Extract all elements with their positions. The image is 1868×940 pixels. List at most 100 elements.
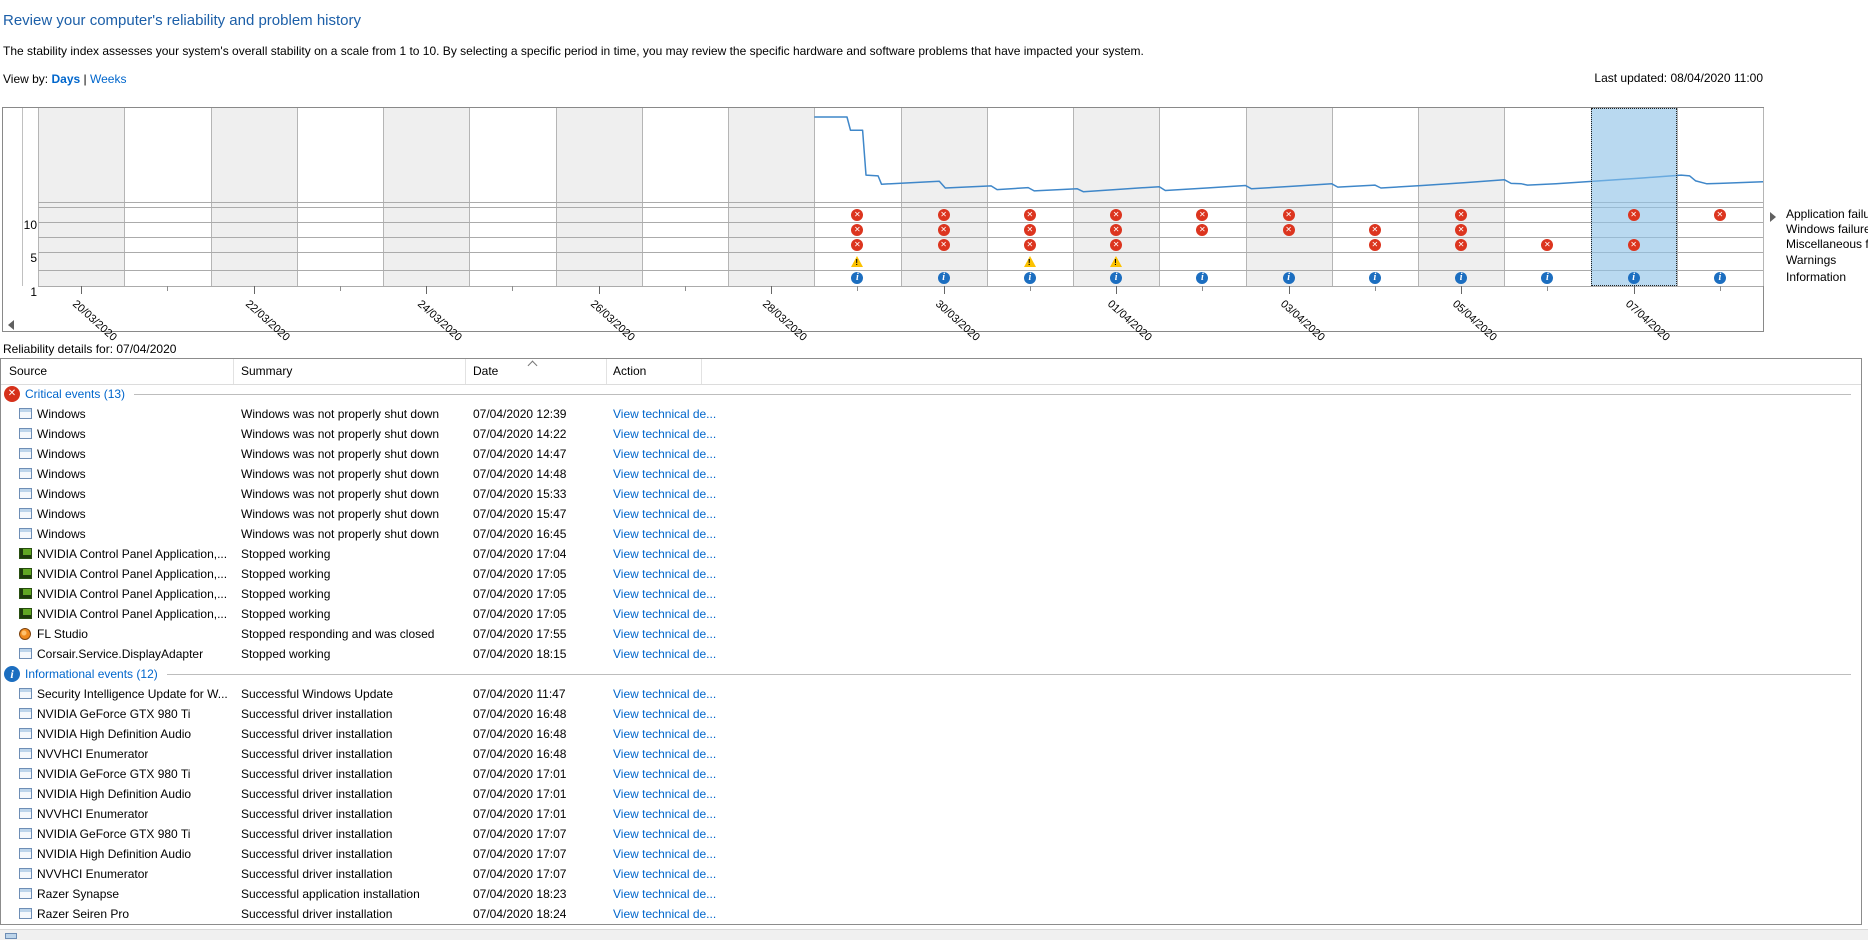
column-header-date[interactable]: Date [473,364,498,378]
grid-row-separator [38,252,1763,253]
view-technical-details-link[interactable]: View technical de... [613,867,716,881]
x-axis-tick [1634,286,1635,294]
miscellaneous-failures-error-icon: ✕ [851,239,863,251]
date-cell: 07/04/2020 17:01 [473,767,566,781]
view-technical-details-link[interactable]: View technical de... [613,507,716,521]
view-technical-details-link[interactable]: View technical de... [613,427,716,441]
table-row[interactable]: NVIDIA High Definition AudioSuccessful d… [1,784,1861,804]
view-technical-details-link[interactable]: View technical de... [613,847,716,861]
table-row[interactable]: Security Intelligence Update for W...Suc… [1,684,1861,704]
group-header-row[interactable]: ✕Critical events (13) [1,384,1861,404]
table-row[interactable]: NVIDIA GeForce GTX 980 TiSuccessful driv… [1,704,1861,724]
warnings-warning-icon: ! [851,256,863,267]
view-technical-details-link[interactable]: View technical de... [613,827,716,841]
view-technical-details-link[interactable]: View technical de... [613,547,716,561]
summary-cell: Windows was not properly shut down [241,407,439,421]
view-technical-details-link[interactable]: View technical de... [613,487,716,501]
view-technical-details-link[interactable]: View technical de... [613,747,716,761]
source-cell: NVIDIA GeForce GTX 980 Ti [37,767,190,781]
stability-chart: 1051 ✕✕✕✕✕✕✕✕✕✕✕✕✕✕✕✕✕✕✕✕✕✕✕✕✕!!!iiiiiii… [2,107,1764,332]
table-row[interactable]: NVIDIA High Definition AudioSuccessful d… [1,724,1861,744]
date-cell: 07/04/2020 14:47 [473,447,566,461]
view-technical-details-link[interactable]: View technical de... [613,687,716,701]
window-app-icon [19,848,32,859]
view-technical-details-link[interactable]: View technical de... [613,447,716,461]
view-by-days-link[interactable]: Days [51,72,80,86]
window-app-icon [19,808,32,819]
table-row[interactable]: WindowsWindows was not properly shut dow… [1,464,1861,484]
x-axis-tick [1116,286,1117,294]
windows-failures-error-icon: ✕ [1455,224,1467,236]
source-cell: Security Intelligence Update for W... [37,687,227,701]
view-technical-details-link[interactable]: View technical de... [613,887,716,901]
table-row[interactable]: WindowsWindows was not properly shut dow… [1,404,1861,424]
chart-scroll-right-arrow-icon[interactable] [1770,212,1776,222]
window-app-icon [19,908,32,919]
legend-windows-failures: Windows failures [1786,222,1868,236]
date-cell: 07/04/2020 18:23 [473,887,566,901]
source-cell: Windows [37,507,86,521]
table-row[interactable]: WindowsWindows was not properly shut dow… [1,504,1861,524]
y-axis-tick-label: 10 [23,218,37,232]
view-technical-details-link[interactable]: View technical de... [613,627,716,641]
date-label: 26/03/2020 [588,298,637,344]
table-row[interactable]: FL StudioStopped responding and was clos… [1,624,1861,644]
view-technical-details-link[interactable]: View technical de... [613,587,716,601]
view-technical-details-link[interactable]: View technical de... [613,647,716,661]
window-app-icon [19,688,32,699]
table-row[interactable]: WindowsWindows was not properly shut dow… [1,444,1861,464]
miscellaneous-failures-error-icon: ✕ [1628,239,1640,251]
view-technical-details-link[interactable]: View technical de... [613,787,716,801]
column-header-source[interactable]: Source [9,364,47,378]
column-separator [701,359,702,384]
chart-scroll-left-arrow-icon[interactable] [8,320,14,330]
summary-cell: Successful driver installation [241,787,392,801]
table-row[interactable]: NVIDIA Control Panel Application,...Stop… [1,604,1861,624]
window-app-icon [19,408,32,419]
view-technical-details-link[interactable]: View technical de... [613,467,716,481]
view-technical-details-link[interactable]: View technical de... [613,407,716,421]
table-row[interactable]: WindowsWindows was not properly shut dow… [1,484,1861,504]
window-app-icon [19,768,32,779]
table-row[interactable]: NVIDIA GeForce GTX 980 TiSuccessful driv… [1,764,1861,784]
table-row[interactable]: NVVHCI EnumeratorSuccessful driver insta… [1,744,1861,764]
table-row[interactable]: Corsair.Service.DisplayAdapterStopped wo… [1,644,1861,664]
windows-failures-error-icon: ✕ [1024,224,1036,236]
window-app-icon [19,488,32,499]
date-label: 30/03/2020 [933,298,982,344]
table-row[interactable]: NVIDIA High Definition AudioSuccessful d… [1,844,1861,864]
view-technical-details-link[interactable]: View technical de... [613,727,716,741]
view-by-weeks-link[interactable]: Weeks [90,72,126,86]
source-cell: NVVHCI Enumerator [37,867,148,881]
view-technical-details-link[interactable]: View technical de... [613,767,716,781]
view-technical-details-link[interactable]: View technical de... [613,527,716,541]
view-technical-details-link[interactable]: View technical de... [613,807,716,821]
grid-row-separator [38,222,1763,223]
view-technical-details-link[interactable]: View technical de... [613,907,716,921]
table-row[interactable]: WindowsWindows was not properly shut dow… [1,524,1861,544]
source-cell: NVIDIA Control Panel Application,... [37,587,227,601]
x-axis-tick [1375,286,1376,291]
column-header-summary[interactable]: Summary [241,364,292,378]
bottom-strip [0,929,1868,940]
table-row[interactable]: NVIDIA Control Panel Application,...Stop… [1,564,1861,584]
information-info-icon: i [1024,272,1036,284]
view-technical-details-link[interactable]: View technical de... [613,707,716,721]
nvidia-app-icon [19,608,32,619]
grid-row-separator [38,237,1763,238]
table-row[interactable]: Razer SynapseSuccessful application inst… [1,884,1861,904]
grid-row-separator [38,207,1763,208]
legend-application-failures: Application failures [1786,207,1868,221]
window-app-icon [19,748,32,759]
group-header-row[interactable]: iInformational events (12) [1,664,1861,684]
view-technical-details-link[interactable]: View technical de... [613,607,716,621]
table-row[interactable]: NVVHCI EnumeratorSuccessful driver insta… [1,864,1861,884]
table-row[interactable]: NVIDIA Control Panel Application,...Stop… [1,544,1861,564]
column-header-action[interactable]: Action [613,364,646,378]
table-row[interactable]: NVIDIA Control Panel Application,...Stop… [1,584,1861,604]
view-technical-details-link[interactable]: View technical de... [613,567,716,581]
table-row[interactable]: NVIDIA GeForce GTX 980 TiSuccessful driv… [1,824,1861,844]
table-row[interactable]: Razer Seiren ProSuccessful driver instal… [1,904,1861,924]
table-row[interactable]: WindowsWindows was not properly shut dow… [1,424,1861,444]
table-row[interactable]: NVVHCI EnumeratorSuccessful driver insta… [1,804,1861,824]
